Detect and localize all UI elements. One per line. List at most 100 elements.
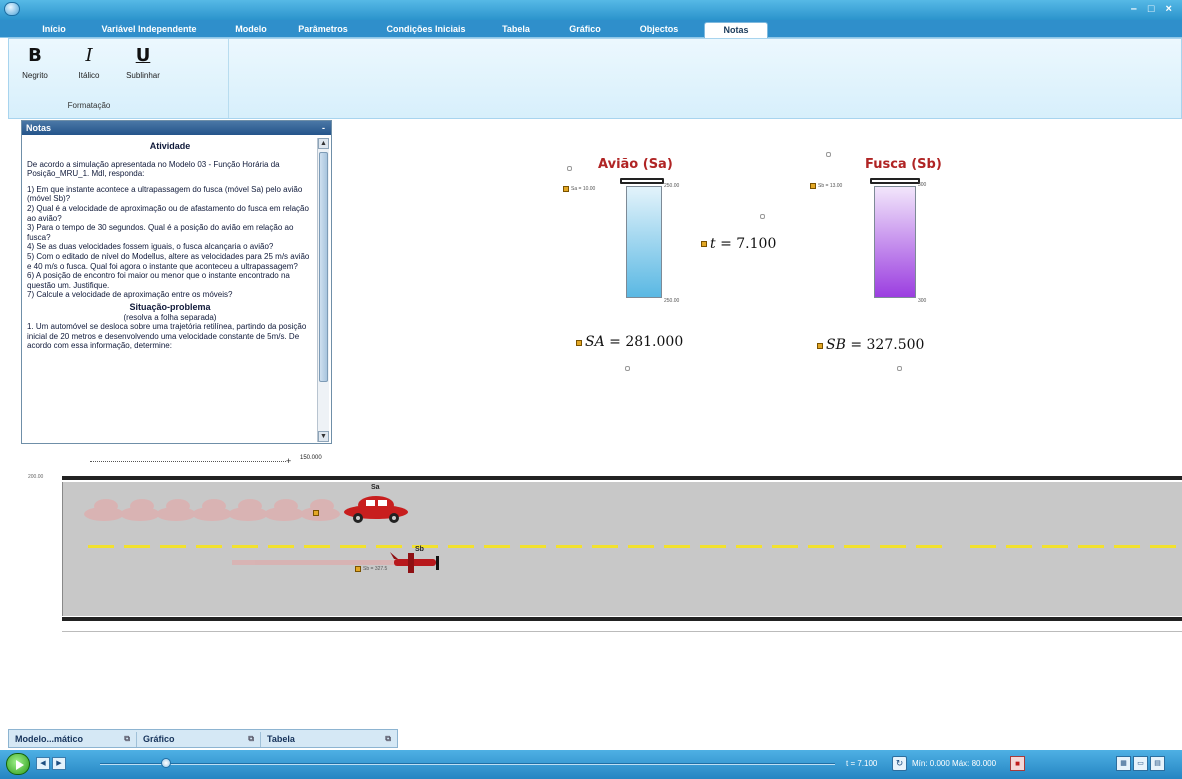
restore-icon[interactable]: ⧉ (248, 732, 254, 746)
notes-problem-text: 1. Um automóvel se desloca sobre uma tra… (27, 322, 307, 351)
sa-handle[interactable] (625, 366, 630, 371)
tab-condicoes-iniciais[interactable]: Condições Iniciais (376, 22, 476, 38)
gauge-b-min-label: 300 (918, 298, 927, 304)
sb-readout: SB = 327.500 (826, 337, 924, 353)
stop-icon[interactable]: ■ (1010, 756, 1025, 771)
gauge-b-fill (874, 186, 916, 298)
notes-panel: Notas - Atividade De acordo a simulação … (21, 120, 332, 444)
gauge-a-handle[interactable] (567, 166, 572, 171)
play-button[interactable] (6, 753, 30, 775)
lane-dash (304, 545, 330, 548)
gauge-a-marker-icon[interactable] (563, 186, 569, 192)
road-bottom-border (62, 617, 1182, 621)
bottom-tab-modelo[interactable]: Modelo...mático ⧉ (9, 732, 137, 747)
sb-handle[interactable] (897, 366, 902, 371)
notes-question-4: 4) Se as duas velocidades fossem iguais,… (27, 242, 274, 252)
scroll-down-icon[interactable]: ▼ (318, 431, 329, 442)
notes-question-3: 3) Para o tempo de 30 segundos. Qual é a… (27, 223, 294, 242)
bottom-tab-tabela[interactable]: Tabela ⧉ (261, 732, 397, 747)
gauge-a-min-label: 250.00 (664, 298, 680, 304)
gauge-b-marker-icon[interactable] (810, 183, 816, 189)
replay-icon[interactable]: ↻ (892, 756, 907, 771)
position-slider-thumb-icon[interactable]: + (286, 456, 291, 466)
lane-dash (1114, 545, 1140, 548)
tab-modelo[interactable]: Modelo (228, 22, 274, 38)
position-slider[interactable] (90, 461, 286, 462)
lane-dash (844, 545, 870, 548)
car-icon[interactable] (340, 494, 410, 524)
tab-parametros[interactable]: Parâmetros (292, 22, 354, 38)
lane-dash (124, 545, 150, 548)
gauge-b-handle[interactable] (826, 152, 831, 157)
time-slider[interactable] (100, 763, 835, 765)
lane-dash (916, 545, 942, 548)
t-handle[interactable] (760, 214, 765, 219)
time-slider-thumb[interactable] (161, 758, 171, 768)
lane-dash (340, 545, 366, 548)
notes-collapse-button[interactable]: - (322, 121, 325, 135)
sa-value: = 281.000 (609, 334, 684, 350)
lane-dash (88, 545, 114, 548)
plane-icon[interactable] (390, 550, 446, 576)
sb-value: = 327.500 (850, 337, 925, 353)
road-top-border (62, 476, 1182, 480)
view-split-icon[interactable]: ▦ (1116, 756, 1131, 771)
lane-dash (556, 545, 582, 548)
scroll-up-icon[interactable]: ▲ (318, 138, 329, 149)
underline-label: Sublinhar (126, 71, 160, 80)
scroll-thumb[interactable] (319, 152, 328, 382)
lane-dash (484, 545, 510, 548)
notes-question-7: 7) Calcule a velocidade de aproximação e… (27, 290, 233, 300)
tab-notas[interactable]: Notas (704, 22, 768, 38)
car-position-marker-icon[interactable] (313, 510, 319, 516)
step-forward-button[interactable]: ▶ (52, 757, 66, 770)
position-slider-value: 150.000 (300, 455, 322, 461)
bold-label: Negrito (22, 71, 48, 80)
underline-button[interactable]: U Sublinhar (119, 45, 167, 89)
bold-button[interactable]: B Negrito (11, 45, 59, 89)
sb-marker-icon[interactable] (817, 343, 823, 349)
tab-grafico[interactable]: Gráfico (562, 22, 608, 38)
bottom-tab-modelo-label: Modelo...mático (15, 734, 84, 744)
tab-variavel-independente[interactable]: Variável Independente (90, 22, 208, 38)
view-grid-icon[interactable]: ▤ (1150, 756, 1165, 771)
playback-bar: ◀ ▶ t = 7.100 ↻ Mín: 0.000 Máx: 80.000 ■… (0, 750, 1182, 779)
window-controls[interactable]: – □ × (1131, 3, 1176, 15)
lane-dash (592, 545, 618, 548)
notes-intro: De acordo a simulação apresentada no Mod… (27, 159, 280, 179)
plane-position-marker-icon[interactable] (355, 566, 361, 572)
lane-dash (736, 545, 762, 548)
time-range[interactable]: Mín: 0.000 Máx: 80.000 (912, 759, 996, 768)
step-back-button[interactable]: ◀ (36, 757, 50, 770)
time-readout: t = 7.100 (710, 236, 776, 252)
gauge-b-cap (870, 178, 920, 184)
notes-panel-title: Notas (26, 123, 52, 133)
bottom-tab-grafico-label: Gráfico (143, 734, 175, 744)
notes-text-area[interactable]: Atividade De acordo a simulação apresent… (24, 138, 316, 442)
notes-problem-title: Situação-problema (129, 301, 211, 312)
tab-tabela[interactable]: Tabela (494, 22, 538, 38)
lane-dash (970, 545, 996, 548)
bold-icon: B (28, 45, 42, 66)
sa-marker-icon[interactable] (576, 340, 582, 346)
lane-dash (700, 545, 726, 548)
modellus-window: – □ × Início Variável Independente Model… (0, 0, 1182, 779)
tab-objectos[interactable]: Objectos (628, 22, 690, 38)
lane-dash (1006, 545, 1032, 548)
notes-scrollbar[interactable]: ▲ ▼ (317, 138, 329, 442)
notes-question-5: 5) Com o editado de nível do Modellus, a… (27, 251, 310, 271)
tab-inicio[interactable]: Início (34, 22, 74, 38)
time-status: t = 7.100 (846, 759, 878, 768)
t-marker-icon[interactable] (701, 241, 707, 247)
italic-button[interactable]: I Itálico (65, 45, 113, 89)
notes-panel-header: Notas - (22, 121, 331, 135)
restore-icon[interactable]: ⧉ (124, 732, 130, 746)
italic-label: Itálico (78, 71, 100, 80)
view-single-icon[interactable]: ▭ (1133, 756, 1148, 771)
bottom-tab-tabela-label: Tabela (267, 734, 295, 744)
app-menu-orb-icon[interactable] (4, 2, 20, 16)
restore-icon[interactable]: ⧉ (385, 732, 391, 746)
bottom-tab-grafico[interactable]: Gráfico ⧉ (137, 732, 261, 747)
lane-dash (772, 545, 798, 548)
ribbon-tab-bar: Início Variável Independente Modelo Parâ… (0, 20, 1182, 38)
